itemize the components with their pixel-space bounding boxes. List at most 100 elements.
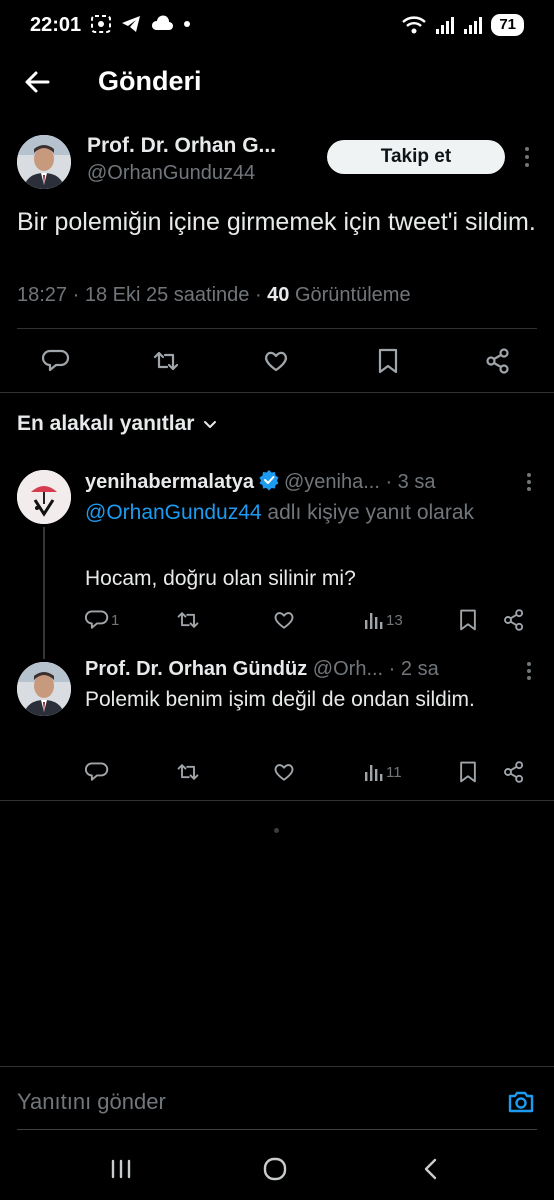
view-count: 13: [386, 611, 403, 629]
status-time: 22:01: [30, 14, 82, 36]
share-icon: [504, 761, 524, 783]
retweet-icon: [177, 612, 199, 628]
divider: [0, 392, 554, 393]
chevron-left-icon: [424, 1158, 437, 1180]
share-button[interactable]: [484, 347, 512, 375]
post-view-label: Görüntüleme: [289, 284, 411, 306]
thread-line: [43, 527, 45, 659]
share-button[interactable]: [502, 760, 526, 784]
signal-icon-2: [464, 17, 483, 34]
person-photo-icon: [17, 662, 71, 716]
reply-avatar[interactable]: [17, 470, 71, 524]
reply-sort-label: En alakalı yanıtlar: [17, 412, 195, 435]
reply-header: yenihabermalatya @yeniha... · 3 sa: [85, 469, 435, 494]
person-photo-icon: [17, 135, 71, 189]
reply-more-button[interactable]: [524, 470, 534, 494]
share-icon: [486, 348, 509, 374]
app-header: Gönderi: [0, 52, 554, 114]
wifi-icon: [402, 16, 427, 34]
page-title: Gönderi: [98, 66, 202, 96]
author-avatar[interactable]: [17, 135, 71, 189]
reply-author-handle[interactable]: @yeniha...: [284, 471, 380, 493]
reply-compose-bar: Yanıtını gönder: [0, 1066, 554, 1130]
follow-button[interactable]: Takip et: [327, 140, 505, 174]
post-more-button[interactable]: [520, 144, 534, 170]
view-count: 11: [386, 763, 402, 781]
camera-button[interactable]: [506, 1087, 536, 1117]
more-vertical-icon: [527, 662, 531, 680]
more-vertical-icon: [527, 473, 531, 491]
notification-dot-icon: [184, 21, 190, 27]
cloud-icon: [151, 15, 173, 30]
recent-apps-button[interactable]: [106, 1154, 136, 1184]
post-timestamp: 18:27 · 18 Eki 25 saatinde ·: [17, 284, 268, 306]
home-button[interactable]: [260, 1154, 290, 1184]
view-count-button[interactable]: 11: [364, 760, 402, 784]
bookmark-button[interactable]: [374, 347, 402, 375]
heart-icon: [274, 764, 294, 781]
battery-indicator: 71: [491, 14, 524, 36]
retweet-button[interactable]: [152, 347, 180, 375]
more-vertical-icon: [525, 147, 529, 167]
reply-avatar[interactable]: [17, 662, 71, 716]
back-button[interactable]: [20, 64, 56, 100]
screen-record-icon: [91, 15, 111, 33]
reply-text: Polemik benim işim değil de ondan sildim…: [85, 688, 475, 711]
replying-to: @OrhanGunduz44 adlı kişiye yanıt olarak: [85, 497, 485, 529]
reply-sort-dropdown[interactable]: En alakalı yanıtlar: [17, 412, 218, 436]
system-back-button[interactable]: [416, 1154, 446, 1184]
reply-button[interactable]: [41, 347, 70, 375]
telegram-icon: [122, 16, 140, 32]
status-bar: 22:01 71: [0, 0, 554, 52]
retweet-icon: [177, 764, 199, 780]
camera-icon: [508, 1091, 534, 1113]
author-handle[interactable]: @OrhanGunduz44: [87, 162, 255, 185]
share-icon: [504, 609, 524, 631]
divider: [0, 800, 554, 801]
reply-author-name[interactable]: yenihabermalatya: [85, 471, 254, 493]
share-button[interactable]: [502, 608, 526, 632]
bookmark-button[interactable]: [456, 608, 480, 632]
divider: [17, 328, 537, 329]
post-view-count[interactable]: 40: [267, 284, 289, 306]
comment-icon: [41, 349, 70, 372]
retweet-icon: [153, 351, 179, 371]
signal-icon: [436, 17, 455, 34]
reply-author-handle[interactable]: @Orh...: [313, 658, 383, 680]
input-underline: [17, 1129, 537, 1130]
author-name[interactable]: Prof. Dr. Orhan G...: [87, 134, 317, 158]
system-nav-bar: [0, 1140, 554, 1200]
chevron-down-icon: [204, 421, 217, 428]
reply-more-button[interactable]: [524, 659, 534, 683]
analytics-icon: [365, 765, 383, 781]
heart-icon: [274, 612, 294, 629]
retweet-button[interactable]: [176, 608, 200, 632]
reply-text: Hocam, doğru olan silinir mi?: [85, 567, 356, 590]
arrow-left-icon: [25, 71, 50, 93]
reply-actions: 1 13: [0, 608, 554, 638]
post-meta: 18:27 · 18 Eki 25 saatinde · 40 Görüntül…: [17, 284, 411, 307]
view-count-button[interactable]: 13: [364, 608, 403, 632]
news-logo-icon: [17, 470, 71, 524]
status-right-icons: 71: [401, 14, 524, 36]
like-button[interactable]: [272, 760, 296, 784]
loading-indicator: [274, 828, 279, 833]
reply-author-name[interactable]: Prof. Dr. Orhan Gündüz: [85, 658, 307, 680]
retweet-button[interactable]: [176, 760, 200, 784]
reply-button[interactable]: 1: [85, 608, 119, 632]
home-circle-icon: [263, 1157, 287, 1181]
bookmark-icon: [460, 609, 476, 631]
reply-input[interactable]: Yanıtını gönder: [17, 1089, 166, 1115]
like-button[interactable]: [272, 608, 296, 632]
bookmark-icon: [460, 761, 476, 783]
replying-rest: adlı kişiye yanıt olarak: [261, 501, 475, 524]
replying-mention[interactable]: @OrhanGunduz44: [85, 501, 262, 524]
reply-button[interactable]: [85, 760, 109, 784]
like-button[interactable]: [262, 347, 290, 375]
comment-icon: [85, 762, 109, 781]
bookmark-icon: [378, 348, 398, 374]
heart-icon: [265, 351, 287, 372]
reply-time: · 3 sa: [379, 471, 436, 493]
bookmark-button[interactable]: [456, 760, 480, 784]
comment-icon: [85, 610, 109, 629]
